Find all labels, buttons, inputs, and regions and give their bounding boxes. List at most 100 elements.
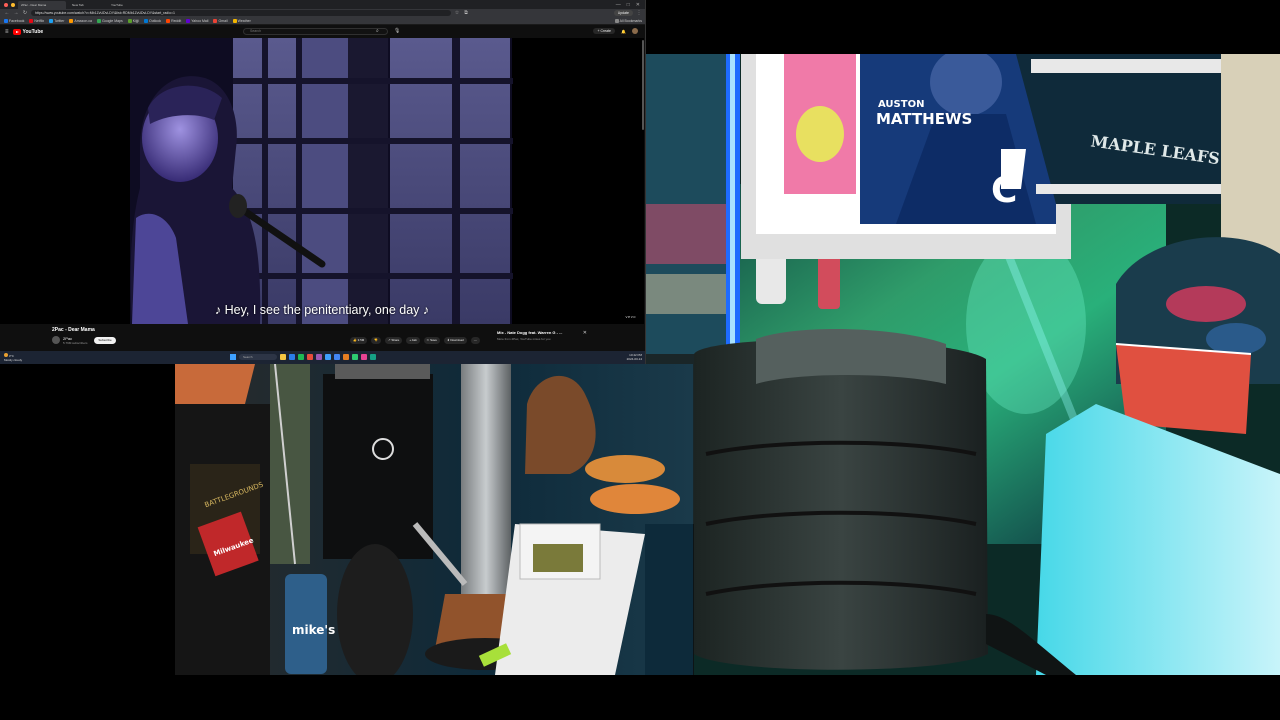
vevo-watermark: vevo <box>625 314 636 319</box>
download-button[interactable]: ⬇ Download <box>443 337 467 344</box>
facebook-icon <box>4 18 8 23</box>
update-button[interactable]: Update <box>613 10 633 16</box>
video-subtitle: ♪ Hey, I see the penitentiary, one day ♪ <box>214 303 430 317</box>
glass-bong <box>461 364 511 594</box>
address-bar: ← → ↻ https://www.youtube.com/watch?v=Mb… <box>0 9 645 17</box>
dislike-button[interactable]: 👎 <box>371 337 381 344</box>
subscriber-count: 5.79M subscribers <box>63 341 88 345</box>
app-icon[interactable] <box>370 354 376 360</box>
weather-widget[interactable]: 3°C Mostly cloudy <box>4 353 22 362</box>
forward-icon[interactable]: → <box>13 10 19 16</box>
back-icon[interactable]: ← <box>4 10 10 16</box>
browser-window: 2Pac - Dear Mama New Tab YouTube — □ ✕ ←… <box>0 0 646 364</box>
amazon-icon <box>69 18 74 23</box>
window-controls: — □ ✕ <box>616 2 645 8</box>
hamburger-icon[interactable]: ≡ <box>5 29 9 35</box>
like-button[interactable]: 👍 3.5M <box>350 337 368 344</box>
bookmark-item[interactable]: Gmail <box>213 18 228 23</box>
extensions-icon[interactable]: ⧉ <box>463 10 469 16</box>
reddit-icon <box>166 18 171 23</box>
minimize-icon[interactable]: — <box>616 2 621 8</box>
window-bars <box>233 38 513 324</box>
url-field[interactable]: https://www.youtube.com/watch?v=Mb1ZvUDv… <box>31 10 451 16</box>
bookmark-item[interactable]: Amazon.ca <box>69 18 92 23</box>
file-explorer-icon[interactable] <box>280 354 286 360</box>
video-frame <box>0 38 644 324</box>
twitter-icon <box>49 18 54 23</box>
create-button[interactable]: + Create <box>593 28 616 34</box>
youtube-header: ≡ YouTube Search ⌕ 🎙 + Create 🔔 <box>0 26 645 38</box>
sun-cloud-icon <box>4 353 8 357</box>
mix-playlist-card[interactable]: Mix - Nate Dogg feat. Warren G - ... Mor… <box>497 330 593 348</box>
microphone-icon[interactable]: 🎙 <box>394 28 400 34</box>
spotify-icon[interactable] <box>298 354 304 360</box>
youtube-play-icon <box>12 29 21 35</box>
search-icon[interactable]: ⌕ <box>376 28 379 34</box>
minimize-window-dot[interactable] <box>11 2 15 7</box>
menu-icon[interactable]: ⋮ <box>636 10 642 16</box>
app-icon[interactable] <box>361 354 367 360</box>
bookmark-star-icon[interactable]: ☆ <box>454 10 460 16</box>
pc-tower <box>323 374 433 559</box>
youtube-logo[interactable]: YouTube <box>12 29 43 35</box>
more-actions-button[interactable]: ⋯ <box>470 337 480 344</box>
search-input[interactable]: Search <box>243 28 388 35</box>
video-title: 2Pac - Dear Mama <box>52 327 95 333</box>
chrome-icon[interactable] <box>334 354 340 360</box>
store-icon[interactable] <box>325 354 331 360</box>
video-player[interactable]: ♪ Hey, I see the penitentiary, one day ♪… <box>0 38 644 324</box>
outlook-icon <box>144 18 148 23</box>
video-meta: 2Pac - Dear Mama 2Pac 5.79M subscribers … <box>0 324 644 350</box>
windows-taskbar: 3°C Mostly cloudy Search 10:42 PM 2024-0… <box>0 351 645 364</box>
gmail-icon <box>213 18 218 23</box>
bookmarks-bar: Facebook Netflix Twitter Amazon.ca Googl… <box>0 17 645 25</box>
bell-icon[interactable]: 🔔 <box>621 29 626 34</box>
mix-subtitle: More from 2Pac, YouTube mixes for you <box>497 337 551 341</box>
weather-icon <box>232 18 237 23</box>
webcam-room-feed: AUSTON MATTHEWS MAPLE LEAFS C <box>646 54 1280 675</box>
bookmark-item[interactable]: Yahoo Mail <box>186 18 208 23</box>
tab-strip: 2Pac - Dear Mama New Tab YouTube — □ ✕ <box>0 0 645 9</box>
video-actions: 👍 3.5M 👎 ↗ Share + Ask ✂ Save ⬇ Download… <box>350 337 480 344</box>
subscribe-button[interactable]: Subscribe <box>94 337 116 344</box>
maps-icon <box>96 18 101 23</box>
bookmark-item[interactable]: Google Maps <box>96 18 123 23</box>
tab-new[interactable]: New Tab <box>69 1 105 9</box>
system-tray-clock[interactable]: 10:42 PM 2024-03-14 <box>627 353 642 361</box>
channel-avatar[interactable] <box>52 336 60 344</box>
webcam-desk-feed: BATTLEGROUNDS Milwaukee mike's <box>175 364 693 675</box>
bookmark-item[interactable]: Facebook <box>4 18 24 23</box>
bookmark-item[interactable]: Twitter <box>49 18 64 23</box>
yahoo-icon <box>186 18 191 23</box>
obs-icon[interactable] <box>343 354 349 360</box>
save-button[interactable]: ✂ Save <box>423 337 440 344</box>
header-actions: + Create 🔔 <box>593 28 638 34</box>
windows-start-icon[interactable] <box>230 354 236 360</box>
close-icon[interactable]: ✕ <box>583 330 587 336</box>
app-icon[interactable] <box>307 354 313 360</box>
close-icon[interactable]: ✕ <box>636 2 640 8</box>
taskbar-apps: Search <box>230 354 376 360</box>
reload-icon[interactable]: ↻ <box>22 10 28 16</box>
discord-icon[interactable] <box>316 354 322 360</box>
close-window-dot[interactable] <box>4 2 8 7</box>
share-button[interactable]: ↗ Share <box>385 337 403 344</box>
avatar[interactable] <box>632 28 638 34</box>
all-bookmarks[interactable]: All Bookmarks <box>614 18 642 23</box>
bookmark-item[interactable]: Reddit <box>166 18 181 23</box>
bookmark-item[interactable]: Kijiji <box>127 18 139 23</box>
room-scene: AUSTON MATTHEWS MAPLE LEAFS C <box>646 54 1280 675</box>
maximize-icon[interactable]: □ <box>627 2 630 8</box>
sneaker <box>585 455 665 483</box>
bookmark-item[interactable]: Weather <box>232 18 251 23</box>
jersey-captain-letter: C <box>991 170 1017 211</box>
app-icon[interactable] <box>352 354 358 360</box>
bookmark-item[interactable]: Netflix <box>29 18 44 23</box>
tab-active[interactable]: 2Pac - Dear Mama <box>18 0 66 9</box>
page-scrollbar[interactable] <box>642 40 644 130</box>
tab-youtube[interactable]: YouTube <box>108 1 144 9</box>
taskbar-search[interactable]: Search <box>239 354 277 360</box>
edge-icon[interactable] <box>289 354 295 360</box>
ask-button[interactable]: + Ask <box>406 337 420 344</box>
bookmark-item[interactable]: Outlook <box>144 18 161 23</box>
